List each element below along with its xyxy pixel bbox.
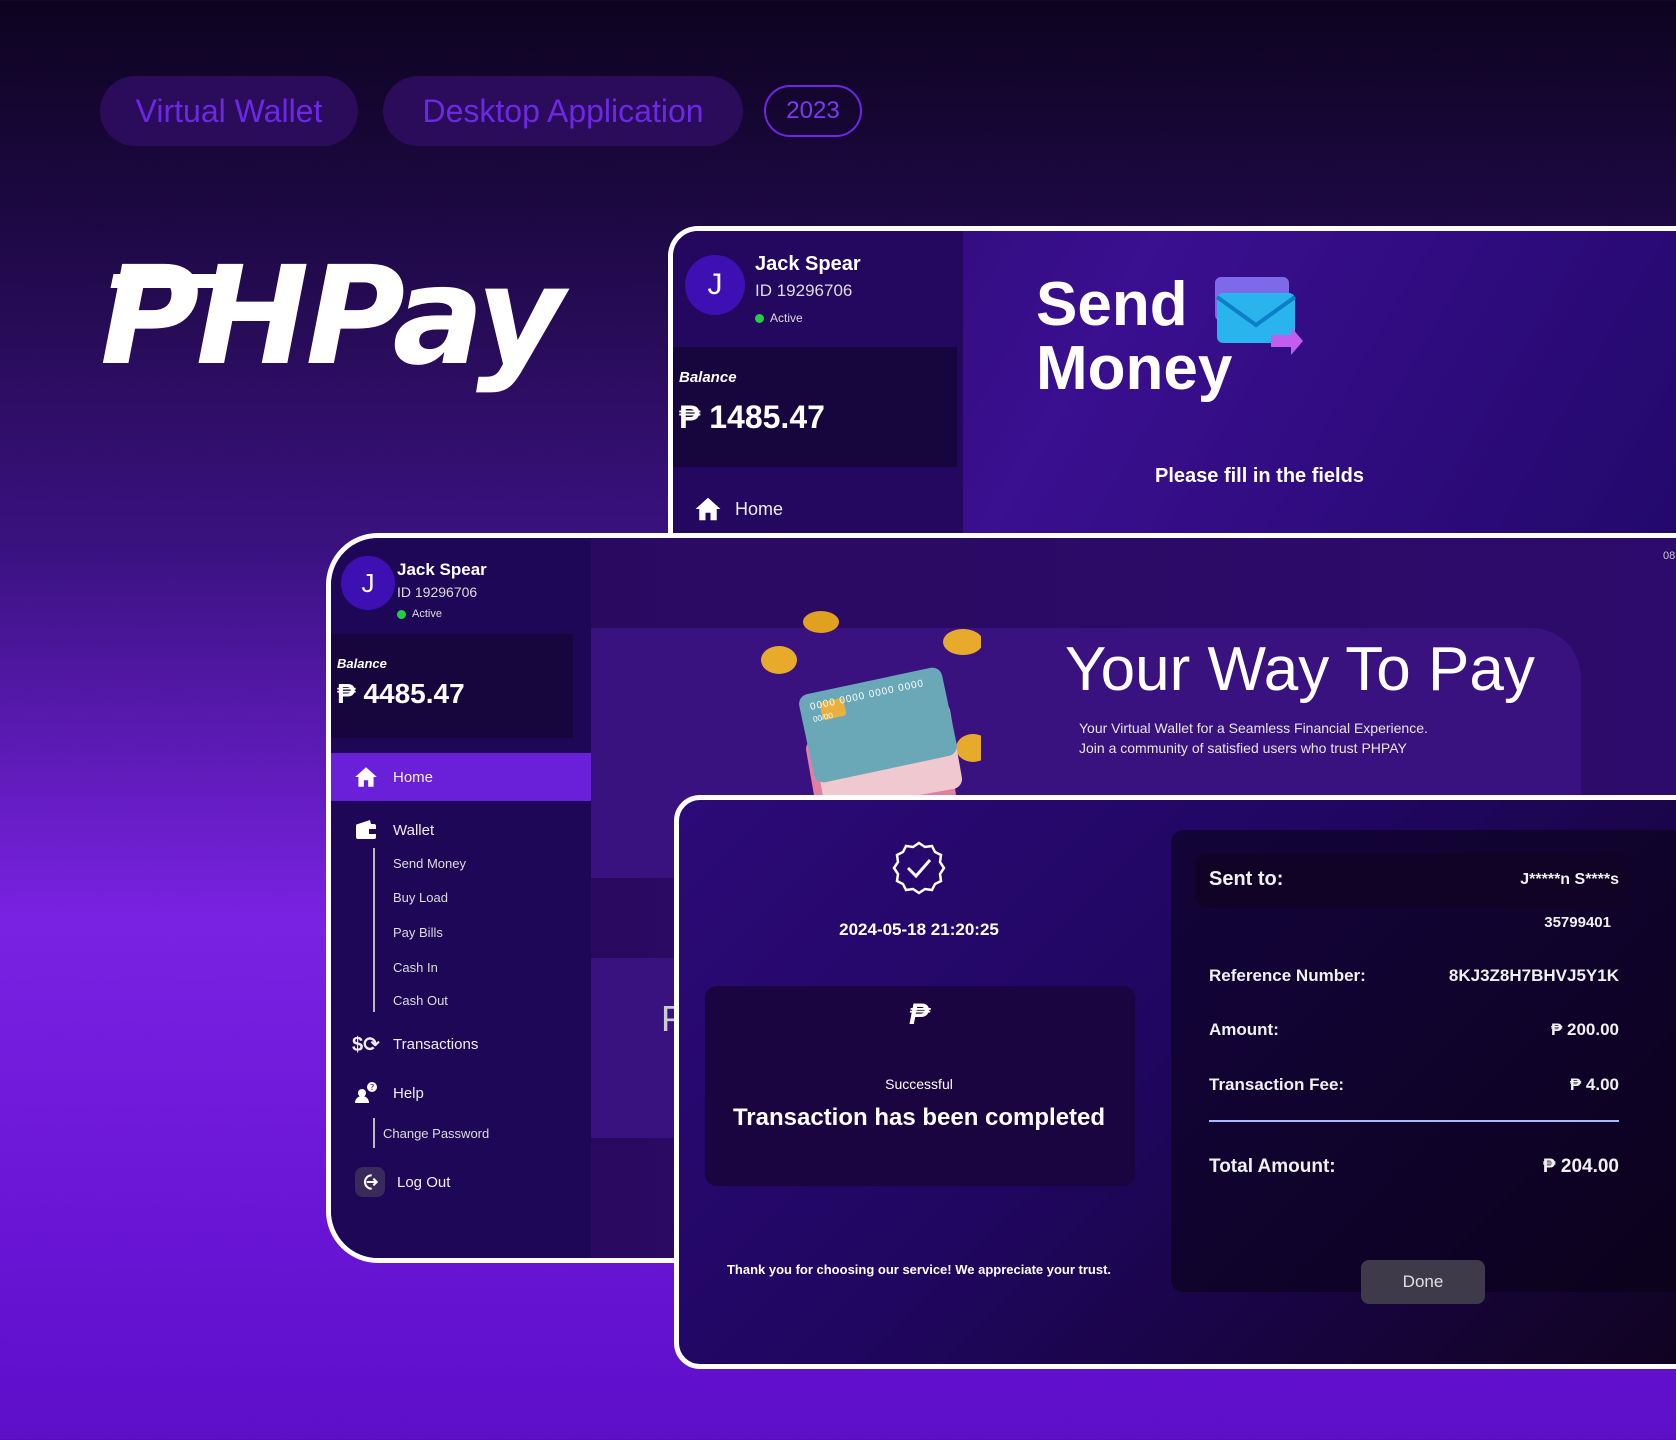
help-submenu-line	[373, 1118, 375, 1148]
check-icon	[891, 840, 947, 896]
avatar: J	[685, 255, 745, 315]
nav-cash-out[interactable]: Cash Out	[393, 993, 448, 1008]
lower-panel	[591, 958, 681, 1138]
nav-change-password[interactable]: Change Password	[383, 1126, 489, 1141]
status-message: Transaction has been completed	[732, 1104, 1106, 1131]
home-icon	[351, 762, 381, 792]
reference-row: Reference Number: 8KJ3Z8H7BHVJ5Y1K	[1209, 966, 1619, 986]
user-status: Active	[755, 311, 803, 325]
svg-text:?: ?	[370, 1083, 374, 1092]
nav-buy-load[interactable]: Buy Load	[393, 890, 448, 905]
envelope-icon	[1213, 275, 1303, 355]
nav-cash-in[interactable]: Cash In	[393, 960, 438, 975]
sent-to-row: Sent to: J*****n S****s	[1209, 868, 1619, 891]
total-divider	[1209, 1120, 1619, 1122]
logout-icon	[355, 1167, 385, 1197]
nav-help[interactable]: ? Help	[331, 1069, 591, 1117]
home-icon	[693, 494, 723, 524]
sidebar: J Jack Spear ID 19296706 Active Balance …	[331, 538, 591, 1258]
wallet-submenu-line	[373, 848, 375, 1012]
tag-desktop-application: Desktop Application	[383, 76, 743, 146]
status-label: Active	[412, 608, 442, 620]
user-status: Active	[397, 608, 442, 620]
thanks-text: Thank you for choosing our service! We a…	[726, 1262, 1112, 1277]
balance-value: ₱ 4485.47	[337, 678, 465, 709]
fee-value: ₱ 4.00	[1569, 1075, 1619, 1094]
nav-home[interactable]: Home	[673, 485, 933, 533]
send-money-window: J Jack Spear ID 19296706 Active Balance …	[668, 226, 1676, 546]
peso-icon: ₱	[908, 998, 929, 1031]
nav-transactions-label: Transactions	[393, 1035, 479, 1053]
amount-value: ₱ 200.00	[1550, 1020, 1619, 1039]
receipt-window: 2024-05-18 21:20:25 ₱ Successful Transac…	[674, 795, 1676, 1369]
nav-home[interactable]: Home	[331, 753, 591, 801]
status-label: Active	[770, 311, 803, 325]
user-name: Jack Spear	[397, 560, 487, 579]
balance-box: Balance ₱ 4485.47	[331, 634, 573, 738]
send-title: Send Money	[1036, 273, 1232, 401]
nav-home-label: Home	[735, 498, 784, 519]
balance-label: Balance	[337, 656, 387, 671]
hero-line1: Your Virtual Wallet for a Seamless Finan…	[1079, 720, 1428, 736]
wallet-icon	[351, 815, 381, 845]
sent-to-number-row: 35799401	[1209, 914, 1619, 931]
user-id: ID 19296706	[397, 584, 478, 600]
done-button[interactable]: Done	[1361, 1260, 1485, 1304]
nav-help-label: Help	[393, 1084, 424, 1102]
nav-log-out[interactable]: Log Out	[331, 1158, 591, 1206]
balance-box: Balance ₱ 1485.47	[673, 347, 957, 467]
total-row: Total Amount: ₱ 204.00	[1209, 1156, 1619, 1178]
status-label: Successful	[885, 1076, 953, 1092]
nav-wallet-label: Wallet	[393, 821, 435, 839]
peso-stroke	[110, 274, 232, 288]
sent-to-number: 35799401	[1544, 914, 1611, 931]
brand-logo: PHPay	[100, 238, 565, 396]
nav-wallet[interactable]: Wallet	[331, 806, 591, 854]
total-label: Total Amount:	[1209, 1156, 1336, 1177]
nav-home-label: Home	[393, 768, 434, 786]
hero-line2: Join a community of satisfied users who …	[1079, 740, 1407, 756]
help-icon: ?	[351, 1078, 381, 1108]
nav-transactions[interactable]: $⟳ Transactions	[331, 1020, 591, 1068]
send-title-line2: Money	[1036, 334, 1233, 403]
transactions-icon: $⟳	[352, 1033, 380, 1056]
tag-virtual-wallet: Virtual Wallet	[100, 76, 358, 146]
sent-to-label: Sent to:	[1209, 868, 1284, 890]
fee-row: Transaction Fee: ₱ 4.00	[1209, 1075, 1619, 1095]
balance-value: ₱ 1485.47	[679, 399, 825, 435]
nav-pay-bills[interactable]: Pay Bills	[393, 925, 443, 940]
user-name: Jack Spear	[755, 253, 861, 275]
sent-to-name: J*****n S****s	[1520, 871, 1619, 888]
amount-label: Amount:	[1209, 1020, 1279, 1039]
send-title-line1: Send	[1036, 270, 1188, 339]
amount-row: Amount: ₱ 200.00	[1209, 1020, 1619, 1040]
total-value: ₱ 204.00	[1542, 1156, 1619, 1177]
tag-year: 2023	[764, 85, 862, 137]
balance-label: Balance	[679, 369, 737, 386]
receipt-datetime: 2024-05-18 21:20:25	[839, 920, 999, 939]
user-id: ID 19296706	[755, 281, 853, 300]
reference-value: 8KJ3Z8H7BHVJ5Y1K	[1448, 966, 1619, 985]
clock-label: 08:	[1663, 550, 1676, 562]
reference-label: Reference Number:	[1209, 966, 1366, 985]
nav-send-money[interactable]: Send Money	[393, 856, 466, 871]
status-dot-icon	[755, 313, 764, 323]
nav-log-out-label: Log Out	[397, 1173, 451, 1191]
instruction-text: Please fill in the fields	[1155, 465, 1364, 487]
sidebar: J Jack Spear ID 19296706 Active Balance …	[673, 231, 963, 546]
hero-title: Your Way To Pay	[1065, 635, 1535, 704]
avatar: J	[341, 556, 395, 610]
status-dot-icon	[397, 609, 406, 619]
fee-label: Transaction Fee:	[1209, 1075, 1345, 1094]
